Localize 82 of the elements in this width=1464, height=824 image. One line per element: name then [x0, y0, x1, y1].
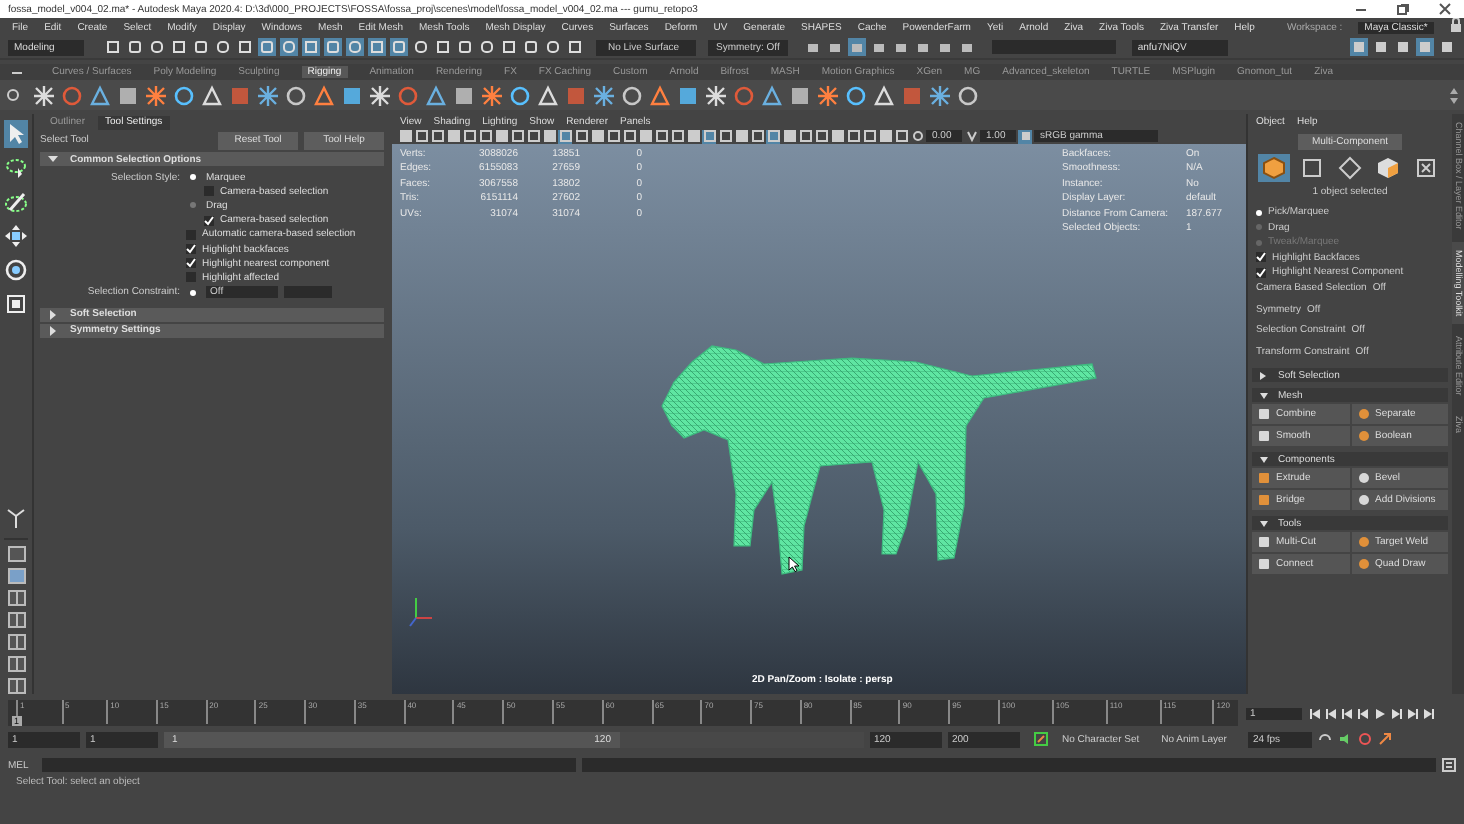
shelf-tool-icon[interactable]	[788, 83, 812, 107]
shelf-tool-icon[interactable]	[424, 83, 448, 107]
playback-control-icon[interactable]	[1406, 707, 1418, 719]
layout-icon[interactable]	[7, 590, 25, 606]
input-field[interactable]	[284, 286, 332, 299]
radio-button[interactable]	[1256, 209, 1262, 215]
shelf-tool-icon[interactable]	[116, 83, 140, 107]
expanded-arrow-icon	[1260, 519, 1268, 527]
checkbox[interactable]	[186, 229, 196, 240]
component-mode-icon[interactable]	[1258, 154, 1290, 182]
radio-button[interactable]	[190, 174, 196, 181]
radio-button[interactable]	[190, 202, 196, 209]
checkbox[interactable]	[186, 258, 196, 269]
shelf-tool-icon[interactable]	[340, 83, 364, 107]
shelf-tool-icon[interactable]	[284, 83, 308, 107]
move-icon[interactable]	[2, 222, 30, 250]
cache-icon[interactable]	[1358, 732, 1373, 746]
gamma-icon[interactable]	[964, 129, 978, 143]
rotate-icon[interactable]	[2, 256, 30, 284]
transform-axis-icon[interactable]	[2, 504, 30, 532]
radio-button[interactable]	[190, 289, 196, 296]
color-management-icon[interactable]	[1018, 129, 1032, 143]
shelf-menu-icon[interactable]	[12, 67, 22, 77]
select-arrow-icon[interactable]	[4, 120, 28, 148]
shelf-tool-icon[interactable]	[816, 83, 840, 107]
shelf-tool-icon[interactable]	[592, 83, 616, 107]
playback-control-icon[interactable]	[1358, 707, 1370, 719]
shelf-tool-icon[interactable]	[172, 83, 196, 107]
expanded-arrow-icon	[1260, 455, 1268, 463]
checkbox[interactable]	[1256, 267, 1266, 277]
radio-button[interactable]	[1256, 224, 1262, 230]
exposure-icon[interactable]	[910, 129, 924, 143]
input-field[interactable]	[991, 40, 1116, 54]
paint-select-icon[interactable]	[2, 188, 30, 216]
shelf-tool-icon[interactable]	[760, 83, 784, 107]
lock-icon[interactable]	[1449, 18, 1462, 36]
shelf-tool-icon[interactable]	[480, 83, 504, 107]
close-icon[interactable]	[1438, 2, 1452, 16]
settings-icon[interactable]	[6, 88, 20, 102]
command-input-field[interactable]	[41, 758, 576, 772]
shelf-tool-icon[interactable]	[676, 83, 700, 107]
shelf-tool-icon[interactable]	[88, 83, 112, 107]
checkbox[interactable]	[204, 215, 214, 226]
expanded-arrow-icon	[1260, 391, 1268, 399]
shelf-tool-icon[interactable]	[508, 83, 532, 107]
shelf-scroll-icon[interactable]	[1450, 85, 1458, 105]
loop-icon[interactable]	[1318, 733, 1333, 745]
shelf-tool-icon[interactable]	[256, 83, 280, 107]
playback-control-icon[interactable]	[1310, 707, 1322, 719]
preferences-icon[interactable]	[1378, 732, 1393, 746]
component-mode-icon[interactable]	[1372, 154, 1404, 182]
shelf-tool-icon[interactable]	[312, 83, 336, 107]
shelf-tool-icon[interactable]	[648, 83, 672, 107]
layout-icon[interactable]	[7, 678, 25, 694]
sound-icon[interactable]	[1338, 732, 1353, 746]
shelf-tool-icon[interactable]	[928, 83, 952, 107]
mouse-cursor-icon	[788, 556, 800, 572]
checkbox[interactable]	[1256, 252, 1266, 262]
restore-icon[interactable]	[1396, 2, 1410, 16]
playback-control-icon[interactable]	[1326, 707, 1338, 719]
auto-key-icon[interactable]	[1034, 732, 1048, 746]
lasso-icon[interactable]	[2, 154, 30, 182]
layout-icon[interactable]	[7, 612, 25, 628]
view-axis-icon	[409, 597, 433, 627]
shelf-tool-icon[interactable]	[956, 83, 980, 107]
shelf-tool-icon[interactable]	[144, 83, 168, 107]
shelf-tool-icon[interactable]	[452, 83, 476, 107]
shelf-tool-icon[interactable]	[620, 83, 644, 107]
scale-icon[interactable]	[2, 290, 30, 318]
checkbox[interactable]	[186, 272, 196, 283]
component-mode-icon[interactable]	[1334, 154, 1366, 182]
playback-control-icon[interactable]	[1342, 707, 1354, 719]
playback-control-icon[interactable]	[1390, 707, 1402, 719]
checkbox[interactable]	[204, 186, 214, 197]
layout-icon[interactable]	[7, 634, 25, 650]
checkbox[interactable]	[186, 244, 196, 255]
script-editor-icon[interactable]	[1442, 758, 1456, 772]
layout-icon[interactable]	[7, 656, 25, 672]
collapsed-arrow-icon	[1260, 371, 1268, 379]
playback-control-icon[interactable]	[1374, 707, 1386, 719]
playback-control-icon[interactable]	[1422, 707, 1434, 719]
shelf-tool-icon[interactable]	[844, 83, 868, 107]
